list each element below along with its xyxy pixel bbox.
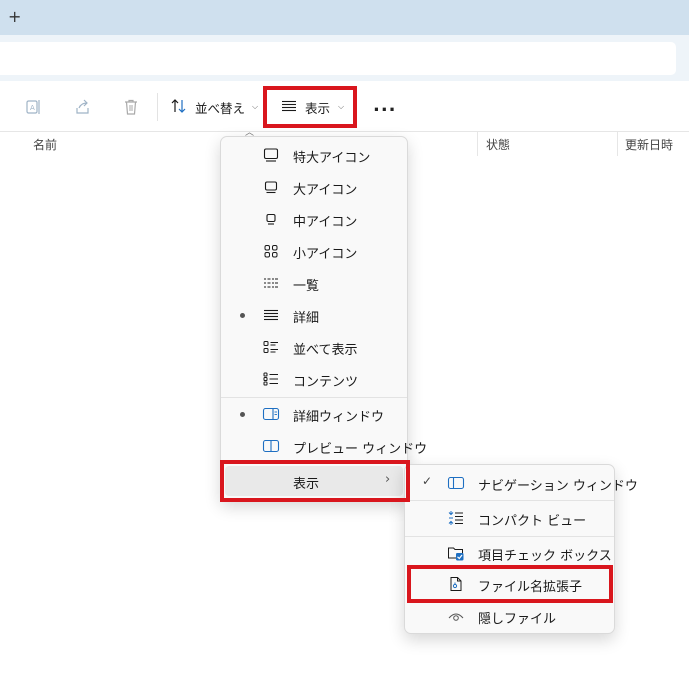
- details-lines-icon: [262, 307, 280, 323]
- menu-item-label: コンテンツ: [293, 375, 359, 390]
- monitor-icon: [262, 179, 280, 195]
- menu-separator: [221, 463, 407, 464]
- view-menu-item-details[interactable]: 詳細: [225, 300, 403, 330]
- show-menu-item-compact-view[interactable]: コンパクト ビュー: [409, 503, 610, 533]
- sort-label: 並べ替え: [195, 100, 246, 116]
- address-bar-area: [0, 35, 689, 81]
- menu-item-label: プレビュー ウィンドウ: [293, 442, 428, 457]
- list-columns-icon: [262, 275, 280, 291]
- tab-bar: +: [0, 0, 689, 35]
- chevron-right-icon: ›: [385, 472, 391, 487]
- toolbar-separator: [157, 93, 158, 121]
- rename-icon[interactable]: A: [24, 97, 44, 117]
- view-menu-item-preview-pane[interactable]: プレビュー ウィンドウ: [225, 431, 427, 461]
- compact-view-icon: [447, 510, 465, 526]
- show-menu-item-navigation-pane[interactable]: ✓ ナビゲーション ウィンドウ: [409, 468, 638, 498]
- small-grid-icon: [262, 243, 280, 259]
- view-menu-item-small-icons[interactable]: 小アイコン: [225, 236, 403, 266]
- view-menu-item-medium-icons[interactable]: 中アイコン: [225, 204, 403, 234]
- command-bar: A 並べ替え ⌵ 表示 ⌵ ...: [0, 81, 689, 132]
- monitor-small-icon: [262, 211, 280, 227]
- svg-text:A: A: [30, 104, 35, 112]
- show-menu-item-item-checkboxes[interactable]: 項目チェック ボックス: [409, 538, 612, 568]
- file-extension-icon: [447, 576, 465, 592]
- view-menu-item-show[interactable]: 表示 ›: [225, 466, 403, 496]
- show-submenu: ✓ ナビゲーション ウィンドウ コンパクト ビュー 項目チェック ボックス ファ…: [404, 464, 638, 634]
- view-label: 表示: [305, 100, 331, 116]
- content-list-icon: [262, 371, 280, 387]
- view-button[interactable]: 表示 ⌵: [268, 90, 352, 124]
- eye-icon: [447, 608, 465, 624]
- menu-item-label: 特大アイコン: [293, 151, 371, 166]
- view-menu-item-details-pane[interactable]: 詳細ウィンドウ: [225, 399, 403, 429]
- menu-separator: [405, 536, 614, 537]
- checkbox-folder-icon: [447, 545, 465, 561]
- column-header-modified[interactable]: 更新日時: [625, 136, 673, 153]
- selected-indicator: [240, 412, 245, 417]
- view-menu-item-tiles[interactable]: 並べて表示: [225, 332, 403, 362]
- menu-separator: [405, 500, 614, 501]
- address-input[interactable]: [0, 42, 676, 75]
- chevron-down-icon: ⌵: [252, 102, 259, 111]
- menu-item-label: 大アイコン: [293, 183, 358, 198]
- menu-separator: [221, 397, 407, 398]
- delete-icon[interactable]: [121, 97, 141, 117]
- monitor-large-icon: [262, 147, 280, 163]
- view-menu-item-extra-large-icons[interactable]: 特大アイコン: [225, 140, 403, 170]
- see-more-button[interactable]: ...: [373, 95, 397, 116]
- new-tab-button[interactable]: +: [8, 7, 21, 27]
- check-icon: ✓: [422, 474, 433, 488]
- view-menu: 特大アイコン 大アイコン 中アイコン 小アイコン 一覧 詳細 並べて表示 コンテ…: [220, 136, 427, 501]
- preview-pane-icon: [262, 438, 280, 454]
- sort-button[interactable]: 並べ替え ⌵: [170, 94, 258, 120]
- menu-item-label: 詳細: [293, 311, 320, 326]
- column-header-name[interactable]: 名前: [33, 136, 57, 153]
- chevron-down-icon: ⌵: [338, 102, 345, 111]
- share-icon[interactable]: [73, 97, 93, 117]
- view-lines-icon: [281, 100, 297, 115]
- selected-indicator: [240, 313, 245, 318]
- menu-item-label: 項目チェック ボックス: [478, 549, 612, 564]
- details-pane-icon: [262, 406, 280, 422]
- tiles-icon: [262, 339, 280, 355]
- show-menu-item-hidden-files[interactable]: 隠しファイル: [409, 601, 610, 631]
- menu-item-label: 表示: [293, 477, 320, 492]
- column-divider[interactable]: [617, 132, 618, 156]
- menu-item-label: 中アイコン: [293, 215, 358, 230]
- menu-item-label: コンパクト ビュー: [478, 514, 587, 529]
- show-menu-item-file-extensions[interactable]: ファイル名拡張子: [409, 569, 610, 599]
- menu-item-label: 隠しファイル: [478, 612, 557, 627]
- menu-item-label: 小アイコン: [293, 247, 358, 262]
- menu-item-label: 並べて表示: [293, 343, 358, 358]
- view-menu-item-list[interactable]: 一覧: [225, 268, 403, 298]
- column-divider[interactable]: [477, 132, 478, 156]
- sort-icon: [170, 98, 188, 117]
- column-header-status[interactable]: 状態: [486, 136, 510, 153]
- navigation-pane-icon: [447, 475, 465, 491]
- menu-item-label: ファイル名拡張子: [478, 580, 583, 595]
- view-menu-item-content[interactable]: コンテンツ: [225, 364, 403, 394]
- menu-item-label: 詳細ウィンドウ: [293, 410, 385, 425]
- menu-item-label: 一覧: [293, 279, 320, 294]
- view-menu-item-large-icons[interactable]: 大アイコン: [225, 172, 403, 202]
- menu-item-label: ナビゲーション ウィンドウ: [478, 479, 638, 494]
